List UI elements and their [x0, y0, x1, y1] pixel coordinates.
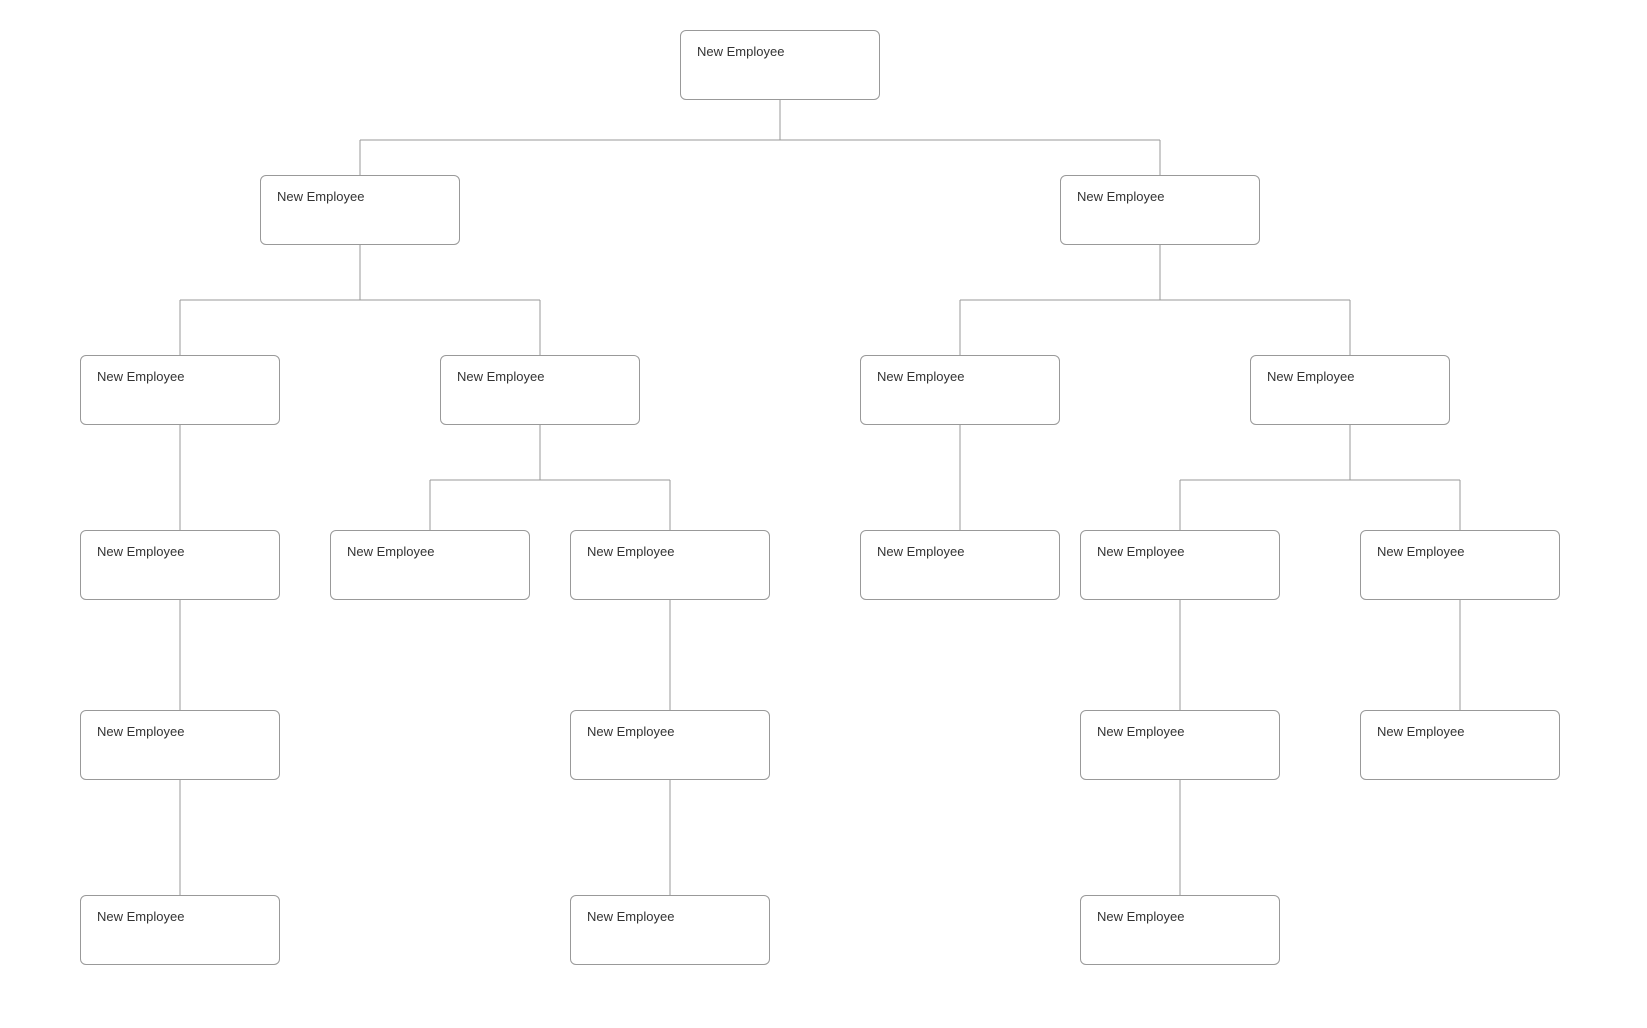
node-l5a[interactable]: New Employee [80, 895, 280, 965]
node-l5b[interactable]: New Employee [570, 895, 770, 965]
node-l5c[interactable]: New Employee [1080, 895, 1280, 965]
node-l3c[interactable]: New Employee [570, 530, 770, 600]
node-l3e[interactable]: New Employee [1080, 530, 1280, 600]
node-l2a[interactable]: New Employee [80, 355, 280, 425]
node-l4b[interactable]: New Employee [570, 710, 770, 780]
node-l2c[interactable]: New Employee [860, 355, 1060, 425]
node-l1b[interactable]: New Employee [1060, 175, 1260, 245]
node-l3a[interactable]: New Employee [80, 530, 280, 600]
org-chart: New Employee New Employee New Employee N… [0, 0, 1647, 1028]
node-l2d[interactable]: New Employee [1250, 355, 1450, 425]
node-l4c[interactable]: New Employee [1080, 710, 1280, 780]
node-root[interactable]: New Employee [680, 30, 880, 100]
node-l3b[interactable]: New Employee [330, 530, 530, 600]
node-l3d[interactable]: New Employee [860, 530, 1060, 600]
node-l2b[interactable]: New Employee [440, 355, 640, 425]
connectors-svg [0, 0, 1647, 1028]
node-l4a[interactable]: New Employee [80, 710, 280, 780]
node-l4d[interactable]: New Employee [1360, 710, 1560, 780]
node-l1a[interactable]: New Employee [260, 175, 460, 245]
node-l3f[interactable]: New Employee [1360, 530, 1560, 600]
